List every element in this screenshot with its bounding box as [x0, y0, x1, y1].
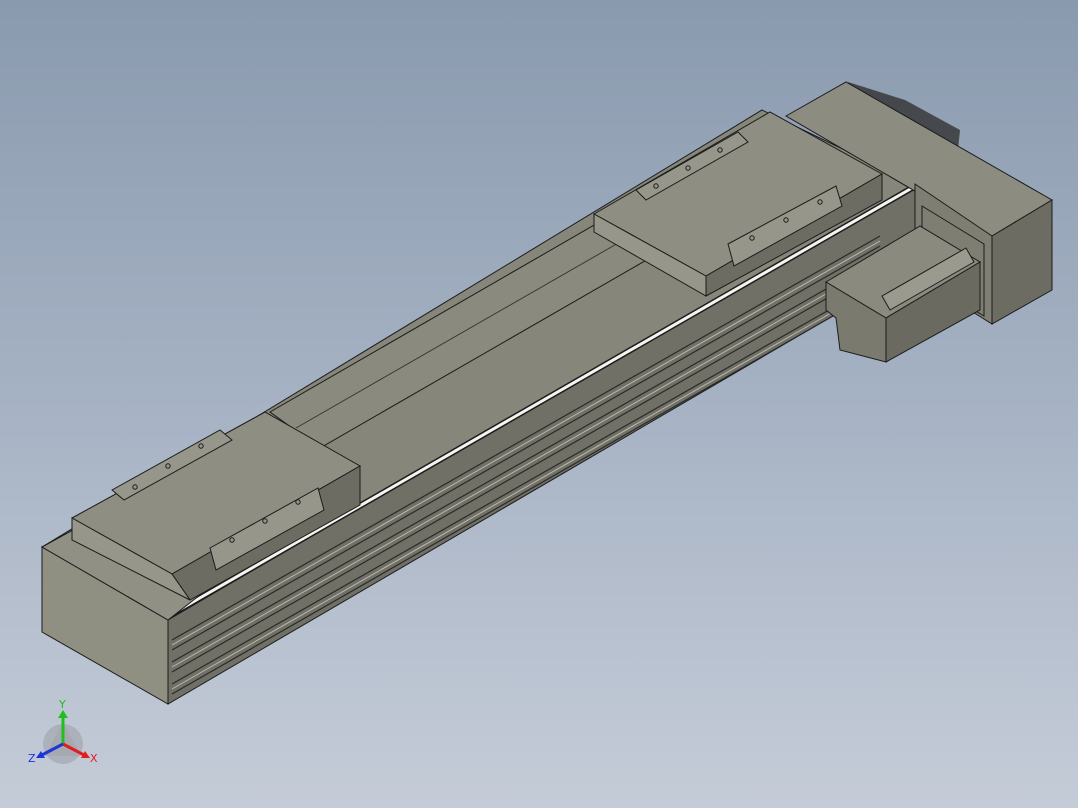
cad-viewport[interactable]: Y X Z	[0, 0, 1078, 808]
triad-y-label: Y	[58, 698, 66, 711]
coordinate-triad: Y X Z	[28, 698, 98, 765]
triad-x-label: X	[90, 752, 98, 765]
triad-y-arrow	[58, 710, 68, 718]
triad-z-label: Z	[28, 752, 36, 765]
linear-actuator-model[interactable]: Y X Z	[0, 0, 1078, 808]
